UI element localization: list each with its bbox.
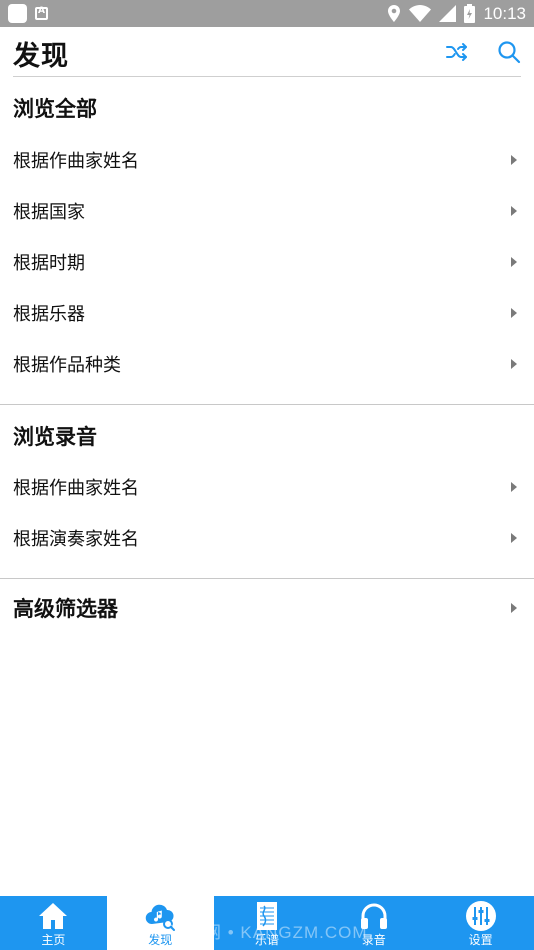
- list-item-label: 根据时期: [13, 253, 85, 274]
- page-title: 发现: [13, 41, 69, 72]
- chevron-right-icon: [511, 482, 517, 492]
- list-item-recording-composer[interactable]: 根据作曲家姓名: [0, 462, 534, 512]
- chevron-right-icon: [511, 257, 517, 267]
- section-title-browse-recordings: 浏览录音: [13, 425, 97, 449]
- app-icon: [8, 4, 27, 23]
- list-item-label: 根据国家: [13, 202, 85, 223]
- list-item-composer[interactable]: 根据作曲家姓名: [0, 135, 534, 185]
- list-item-country[interactable]: 根据国家: [0, 186, 534, 236]
- shuffle-icon[interactable]: [444, 39, 470, 65]
- clock-time: 10:13: [483, 3, 526, 23]
- header-divider: [13, 76, 521, 77]
- battery-icon: [464, 4, 476, 23]
- home-icon: [39, 903, 68, 929]
- list-item-label: 根据乐器: [13, 304, 85, 325]
- chevron-right-icon: [511, 308, 517, 318]
- list-item-recording-performer[interactable]: 根据演奏家姓名: [0, 513, 534, 563]
- list-item-work-type[interactable]: 根据作品种类: [0, 339, 534, 389]
- chevron-right-icon: [511, 603, 517, 613]
- section-divider: [0, 404, 534, 405]
- nav-item-settings[interactable]: 设置: [427, 896, 534, 950]
- list-item-instrument[interactable]: 根据乐器: [0, 288, 534, 338]
- list-item-label: 根据作品种类: [13, 355, 121, 376]
- advanced-filter-row[interactable]: 高级筛选器: [0, 583, 534, 633]
- chevron-right-icon: [511, 533, 517, 543]
- section-title-browse-all: 浏览全部: [13, 97, 97, 121]
- search-icon[interactable]: [496, 39, 522, 65]
- list-item-label: 根据作曲家姓名: [13, 478, 139, 499]
- wifi-icon: [409, 5, 432, 22]
- chevron-right-icon: [511, 359, 517, 369]
- section-divider: [0, 578, 534, 579]
- location-icon: [388, 5, 401, 22]
- nav-item-home[interactable]: 主页: [0, 896, 107, 950]
- nav-label: 设置: [468, 933, 493, 947]
- chevron-right-icon: [511, 206, 517, 216]
- text-app-icon: [35, 6, 48, 20]
- signal-icon: [439, 5, 457, 22]
- list-item-period[interactable]: 根据时期: [0, 237, 534, 287]
- list-item-label: 根据作曲家姓名: [13, 151, 139, 172]
- watermark-text: 下载网 • KANGZM.COM: [168, 923, 368, 942]
- settings-sliders-icon: [465, 901, 496, 931]
- section-title-advanced-filter: 高级筛选器: [13, 597, 118, 621]
- chevron-right-icon: [511, 155, 517, 165]
- nav-label: 主页: [41, 933, 66, 947]
- app-header: 发现: [0, 27, 534, 76]
- status-bar: 10:13: [0, 0, 534, 27]
- list-item-label: 根据演奏家姓名: [13, 529, 139, 550]
